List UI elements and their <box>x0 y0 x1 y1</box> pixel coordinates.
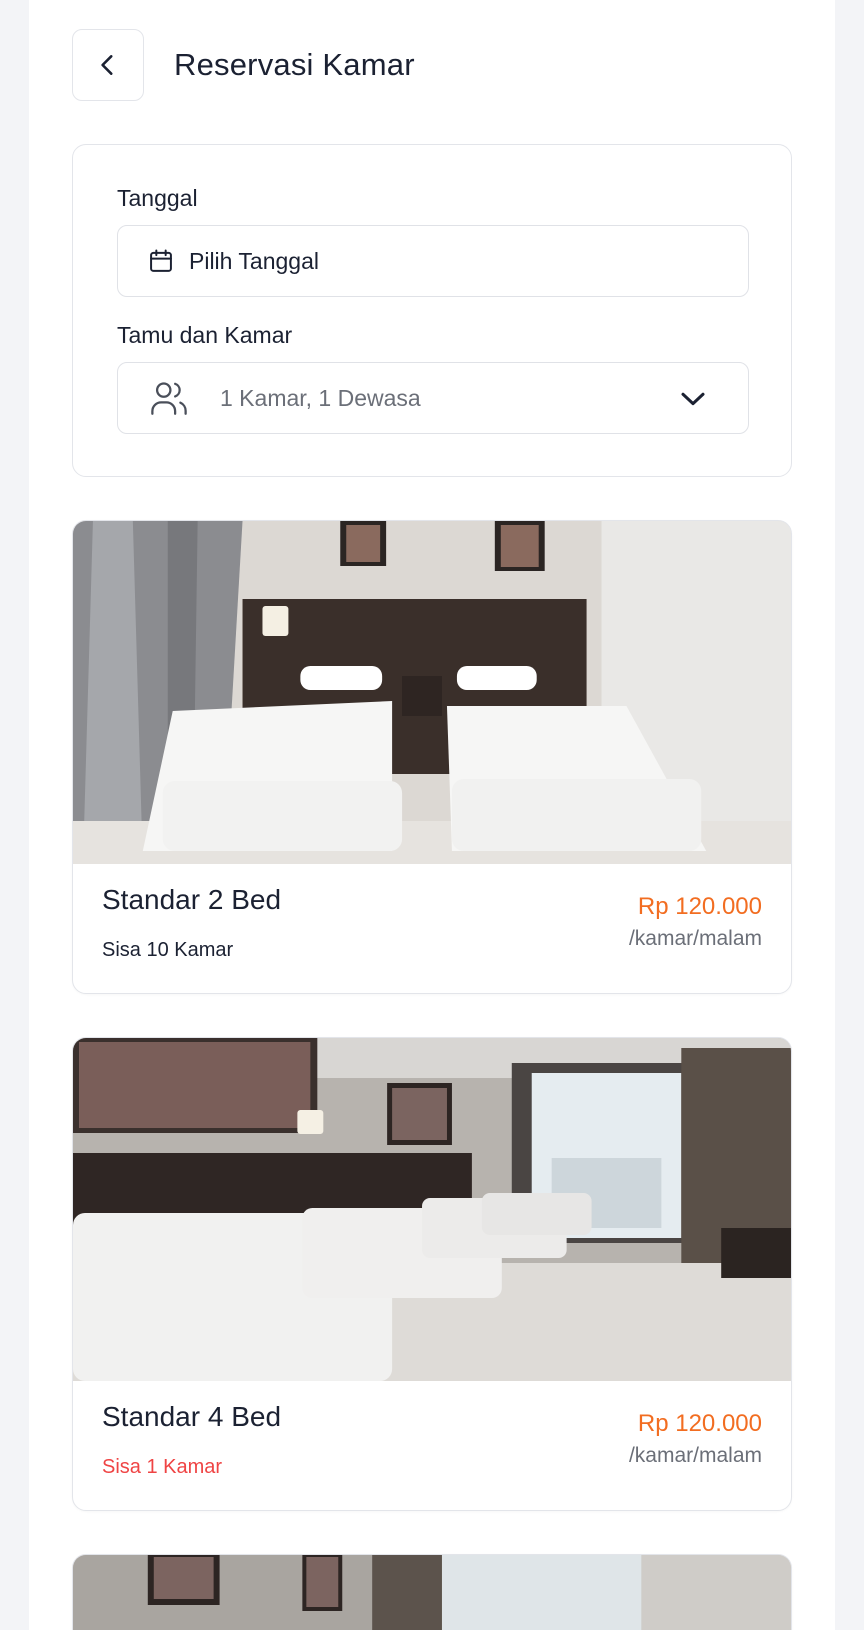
room-availability: Sisa 10 Kamar <box>102 939 234 961</box>
room-card[interactable]: Standar 4 Bed Sisa 1 Kamar Rp 120.000 /k… <box>72 1037 792 1511</box>
room-name: Standar 4 Bed <box>102 1401 282 1432</box>
room-name: Standar 2 Bed <box>102 884 282 915</box>
chevron-down-icon <box>678 383 708 413</box>
search-form-card: Tanggal Pilih Tanggal Tamu dan Kamar 1 K… <box>72 144 792 477</box>
guest-room-select[interactable]: 1 Kamar, 1 Dewasa <box>117 362 749 434</box>
date-label: Tanggal <box>117 185 198 211</box>
page-header: Reservasi Kamar <box>72 29 415 101</box>
price-unit: /kamar/malam <box>628 1444 762 1467</box>
page: Reservasi Kamar Tanggal Pilih Tanggal Ta… <box>29 0 835 1630</box>
room-photo <box>73 1555 791 1630</box>
room-card[interactable]: Standar 2 Bed Sisa 10 Kamar Rp 120.000 /… <box>72 520 792 994</box>
users-icon <box>148 377 190 419</box>
chevron-left-icon <box>101 55 113 75</box>
calendar-icon <box>147 247 175 275</box>
room-card[interactable] <box>72 1554 792 1630</box>
date-placeholder: Pilih Tanggal <box>189 247 320 274</box>
page-title: Reservasi Kamar <box>174 47 415 82</box>
room-photo <box>73 521 791 864</box>
room-photo <box>73 1038 791 1381</box>
price-unit: /kamar/malam <box>628 927 762 950</box>
date-picker-field[interactable]: Pilih Tanggal <box>117 225 749 297</box>
room-price: Rp 120.000 <box>637 1410 762 1437</box>
guest-room-value: 1 Kamar, 1 Dewasa <box>220 384 421 411</box>
room-availability: Sisa 1 Kamar <box>102 1456 223 1478</box>
guest-room-label: Tamu dan Kamar <box>117 322 293 348</box>
back-button[interactable] <box>72 29 144 101</box>
room-price: Rp 120.000 <box>637 893 762 920</box>
